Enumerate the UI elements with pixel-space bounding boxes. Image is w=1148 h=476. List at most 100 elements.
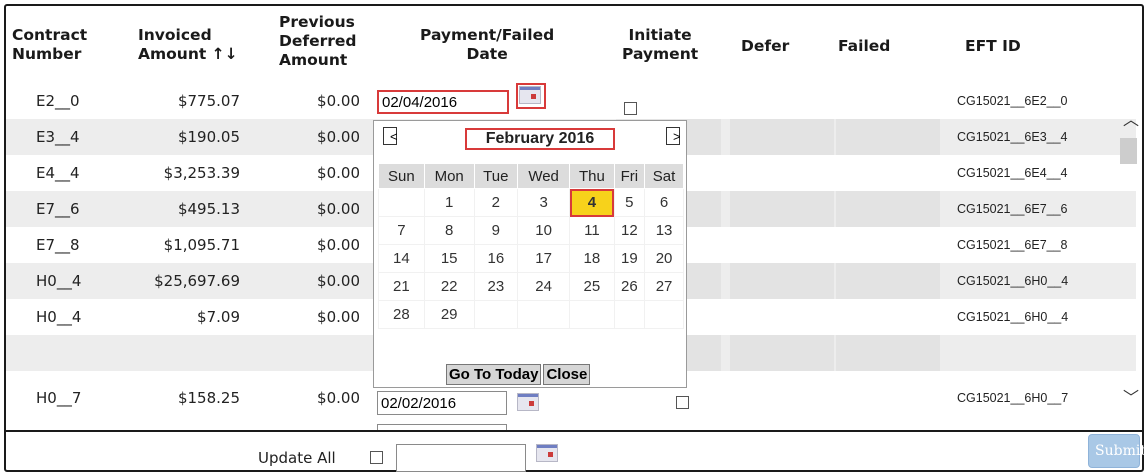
weekday-header: Thu <box>569 163 615 189</box>
next-month-button[interactable]: > <box>666 127 681 145</box>
submit-button[interactable]: Submit <box>1088 434 1146 468</box>
calendar-icon <box>517 393 539 411</box>
day-cell[interactable]: 26 <box>613 272 646 301</box>
eft-id: CG15021__6E7__8 <box>957 238 1068 252</box>
contract-number: E3__4 <box>36 128 80 146</box>
day-cell[interactable]: 24 <box>517 272 571 301</box>
defer-cell <box>730 119 834 155</box>
header-previous-deferred-amount: Previous Deferred Amount <box>279 13 357 69</box>
day-cell[interactable]: 14 <box>378 244 425 273</box>
calendar-button[interactable] <box>516 83 546 109</box>
eft-id: CG15021__6E2__0 <box>957 94 1068 108</box>
invoiced-amount: $1,095.71 <box>163 236 240 254</box>
contract-number: E7__8 <box>36 236 80 254</box>
day-cell[interactable]: 10 <box>517 216 571 245</box>
day-cell[interactable]: 7 <box>378 216 425 245</box>
eft-id: CG15021__6E3__4 <box>957 130 1068 144</box>
weekday-header: Sat <box>644 163 684 189</box>
day-cell-empty <box>473 300 519 329</box>
day-cell[interactable]: 21 <box>378 272 425 301</box>
header-defer: Defer <box>741 37 790 55</box>
day-cell[interactable]: 25 <box>569 272 615 301</box>
day-cell[interactable]: 29 <box>423 300 475 329</box>
invoiced-amount: $495.13 <box>177 200 240 218</box>
table-bottom-rule <box>4 430 1144 432</box>
deferred-amount: $0.00 <box>317 92 360 110</box>
deferred-amount: $0.00 <box>317 200 360 218</box>
header-invoiced-amount[interactable]: Invoiced Amount ↑↓ <box>138 26 238 64</box>
day-cell[interactable]: 28 <box>378 300 425 329</box>
day-cell-empty <box>613 300 646 329</box>
day-cell[interactable]: 11 <box>569 216 615 245</box>
initiate-payment-checkbox[interactable] <box>624 102 637 115</box>
deferred-amount: $0.00 <box>317 128 360 146</box>
invoiced-amount: $158.25 <box>177 389 240 407</box>
header-payment-failed-date: Payment/Failed Date <box>420 26 555 63</box>
day-cell[interactable]: 15 <box>423 244 475 273</box>
weekday-header: Mon <box>423 163 475 189</box>
day-cell[interactable]: 1 <box>423 188 475 217</box>
payment-date-input[interactable] <box>377 90 509 114</box>
day-cell[interactable]: 3 <box>517 188 571 217</box>
vertical-scrollbar[interactable]: ︿ ﹀ <box>1116 76 1142 430</box>
close-calendar-button[interactable]: Close <box>543 364 591 385</box>
eft-id: CG15021__6E7__6 <box>957 202 1068 216</box>
day-cell[interactable]: 2 <box>473 188 519 217</box>
contract-number: H0__7 <box>36 389 82 407</box>
update-all-label: Update All <box>258 449 336 467</box>
contract-number: H0__4 <box>36 272 82 290</box>
scroll-thumb[interactable] <box>1120 138 1137 164</box>
invoiced-amount: $190.05 <box>177 128 240 146</box>
day-cell[interactable]: 16 <box>473 244 519 273</box>
calendar-actions: Go To Today Close <box>446 364 592 385</box>
day-cell[interactable]: 9 <box>473 216 519 245</box>
deferred-amount: $0.00 <box>317 164 360 182</box>
invoiced-amount: $7.09 <box>197 308 240 326</box>
day-cell[interactable]: 18 <box>569 244 615 273</box>
calendar-button[interactable] <box>514 390 544 416</box>
scroll-down-icon[interactable]: ﹀ <box>1123 384 1139 408</box>
day-cell-empty <box>644 300 684 329</box>
header-failed: Failed <box>838 37 891 55</box>
calendar-grid: Sun Mon Tue Wed Thu Fri Sat 1 2 3 4 5 6 … <box>378 163 684 329</box>
initiate-payment-checkbox[interactable] <box>676 396 689 409</box>
update-all-calendar-button[interactable] <box>533 441 563 467</box>
weekday-header: Tue <box>473 163 519 189</box>
deferred-amount: $0.00 <box>317 272 360 290</box>
go-to-today-button[interactable]: Go To Today <box>446 364 542 385</box>
day-cell[interactable]: 17 <box>517 244 571 273</box>
eft-id: CG15021__6H0__7 <box>957 391 1069 405</box>
day-cell[interactable]: 20 <box>644 244 684 273</box>
prev-month-button[interactable]: < <box>383 127 398 145</box>
contract-number: E4__4 <box>36 164 80 182</box>
day-cell-selected[interactable]: 4 <box>569 188 615 217</box>
contract-number: E2__0 <box>36 92 80 110</box>
day-cell[interactable]: 8 <box>423 216 475 245</box>
day-cell[interactable]: 13 <box>644 216 684 245</box>
eft-id: CG15021__6H0__4 <box>957 310 1069 324</box>
day-cell[interactable]: 6 <box>644 188 684 217</box>
day-cell[interactable]: 22 <box>423 272 475 301</box>
update-all-date-input[interactable] <box>396 444 526 472</box>
weekday-header: Fri <box>613 163 646 189</box>
defer-cell <box>730 263 834 299</box>
failed-cell <box>836 335 940 371</box>
day-cell[interactable]: 27 <box>644 272 684 301</box>
day-cell[interactable]: 23 <box>473 272 519 301</box>
eft-id: CG15021__6H0__4 <box>957 274 1069 288</box>
day-cell[interactable]: 5 <box>613 188 646 217</box>
day-cell[interactable]: 19 <box>613 244 646 273</box>
header-contract-number: Contract Number <box>12 26 88 63</box>
payment-date-input[interactable] <box>377 391 507 415</box>
month-title: February 2016 <box>465 128 615 150</box>
date-picker-popup: < February 2016 > Sun Mon Tue Wed Thu Fr… <box>373 120 687 388</box>
header-eft-id: EFT ID <box>965 37 1021 55</box>
contract-number: H0__4 <box>36 308 82 326</box>
deferred-amount: $0.00 <box>317 236 360 254</box>
deferred-amount: $0.00 <box>317 389 360 407</box>
failed-cell <box>836 119 940 155</box>
scroll-up-icon[interactable]: ︿ <box>1123 106 1139 130</box>
day-cell[interactable]: 12 <box>613 216 646 245</box>
defer-cell <box>730 191 834 227</box>
update-all-checkbox[interactable] <box>370 451 383 464</box>
